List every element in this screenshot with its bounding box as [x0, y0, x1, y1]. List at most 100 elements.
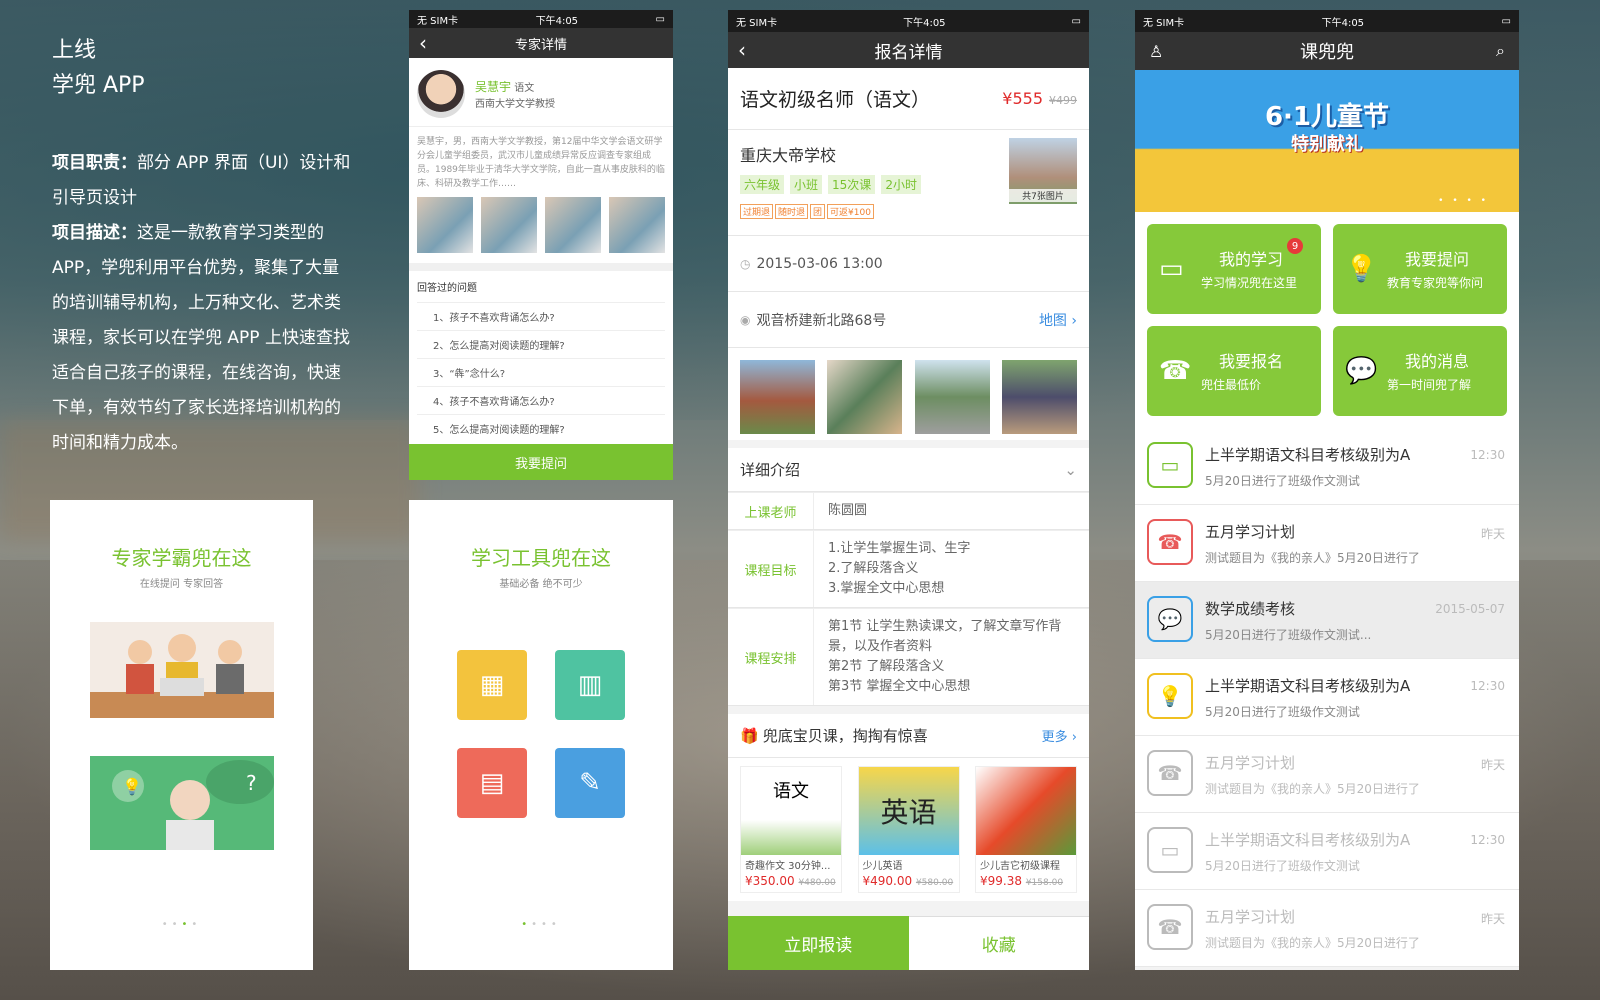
- battery-icon: ▭: [655, 13, 665, 25]
- question-item[interactable]: 5、怎么提高对阅读题的理解?: [417, 414, 665, 442]
- app-title: 课兜兜: [1300, 42, 1354, 63]
- message-icon: ☎: [1147, 750, 1193, 796]
- promo-banner[interactable]: 6·1儿童节 特别献礼 • • • •: [1135, 70, 1519, 212]
- gallery-photo[interactable]: [914, 360, 990, 434]
- message-title: 五月学习计划: [1205, 908, 1296, 926]
- expert-bio[interactable]: 吴慧宇，男，西南大学文学教授，第12届中华文学会语文研学分会儿童学组委员，武汉市…: [409, 127, 673, 197]
- gallery-photo[interactable]: [827, 360, 903, 434]
- detail-section-header[interactable]: 详细介绍 ⌄: [728, 448, 1089, 492]
- battery-icon: ▭: [1501, 15, 1511, 27]
- map-link[interactable]: 地图 ›: [1039, 310, 1077, 330]
- home-screen: 无 SIM卡 下午4:05 ▭ ♙ 课兜兜 ⌕ 6·1儿童节 特别献礼 • • …: [1135, 10, 1519, 970]
- my-messages-card[interactable]: 💬 我的消息 第一时间兜了解: [1333, 326, 1507, 416]
- more-link[interactable]: 更多 ›: [1042, 726, 1077, 745]
- message-snippet: 5月20日进行了班级作文测试: [1205, 859, 1360, 873]
- message-item[interactable]: 💬 数学成绩考核 5月20日进行了班级作文测试... 2015-05-07: [1135, 582, 1519, 659]
- message-time: 12:30: [1470, 448, 1505, 462]
- section-title: 详细介绍: [740, 461, 801, 479]
- page-dots: ••••: [161, 919, 202, 930]
- plan-list: 第1节 让学生熟读课文，了解文章写作背景，以及作者资料 第2节 了解段落含义 第3节…: [828, 619, 1062, 694]
- photo-strip: [409, 197, 673, 253]
- guide-subtitle: 在线提问 专家回答: [139, 579, 224, 590]
- book-card[interactable]: 语文 奇趣作文 30分钟... ¥350.00 ¥480.00: [740, 766, 842, 893]
- feature-grid: ▭ 我的学习 9 学习情况兜在这里 💡 我要提问 教育专家兜等你问 ☎ 我要报名…: [1135, 212, 1519, 428]
- page-title: 专家详情: [514, 37, 567, 53]
- enroll-now-button[interactable]: 立即报读: [728, 916, 909, 970]
- message-item[interactable]: ▭ 上半学期语文科目考核级别为A 5月20日进行了班级作文测试 12:30: [1135, 813, 1519, 890]
- back-icon[interactable]: ‹: [738, 38, 746, 62]
- school-info[interactable]: 重庆大帝学校 六年级 小班 15次课 2小时 过期退 随时退团可返¥100 共7张图片: [728, 130, 1089, 236]
- course-price: ¥555 ¥499: [1002, 89, 1077, 108]
- message-snippet: 5月20日进行了班级作文测试...: [1205, 628, 1372, 642]
- user-icon[interactable]: ♙: [1149, 42, 1163, 61]
- nav-bar: ‹ 专家详情: [409, 28, 673, 58]
- message-item[interactable]: ☎ 五月学习计划 测试题目为《我的亲人》5月20日进行了 昨天: [1135, 736, 1519, 813]
- page-title: 报名详情: [874, 42, 943, 63]
- favorite-button[interactable]: 收藏: [908, 916, 1089, 970]
- tag: 六年级: [740, 175, 785, 194]
- school-photo[interactable]: 共7张图片: [1009, 138, 1077, 204]
- photo-thumb[interactable]: [545, 197, 601, 253]
- expert-detail-screen: 无 SIM卡 下午4:05 ▭ ‹ 专家详情 吴慧宇 语文 西南大学文学教授 吴…: [409, 10, 673, 480]
- message-title: 五月学习计划: [1205, 523, 1296, 541]
- book-card[interactable]: 英语 少儿英语 ¥490.00 ¥580.00: [857, 766, 960, 893]
- gift-icon: 🎁: [740, 726, 759, 745]
- message-title: 上半学期语文科目考核级别为A: [1205, 677, 1411, 695]
- question-item[interactable]: 1、孩子不喜欢背诵怎么办?: [417, 302, 665, 330]
- search-icon[interactable]: ⌕: [1496, 41, 1505, 61]
- question-item[interactable]: 3、“犇”念什么?: [417, 358, 665, 386]
- banner-dots: • • • •: [1438, 196, 1489, 206]
- intro-line1: 上线: [52, 38, 97, 63]
- question-item[interactable]: 4、孩子不喜欢背诵怎么办?: [417, 386, 665, 414]
- ask-question-card[interactable]: 💡 我要提问 教育专家兜等你问: [1333, 224, 1507, 314]
- photo-count: 共7张图片: [1009, 189, 1077, 202]
- address-row[interactable]: ◉ 观音桥建新北路68号 地图 ›: [728, 292, 1089, 348]
- message-snippet: 5月20日进行了班级作文测试: [1205, 474, 1360, 488]
- message-time: 昨天: [1480, 912, 1505, 926]
- course-name: 语文初级名师（语文）: [740, 89, 931, 111]
- document-icon: ▤: [457, 748, 527, 818]
- carrier: 无 SIM卡: [736, 17, 778, 29]
- message-snippet: 测试题目为《我的亲人》5月20日进行了: [1205, 782, 1420, 796]
- message-item[interactable]: ▭ 上半学期语文科目考核级别为A 5月20日进行了班级作文测试 12:30: [1135, 428, 1519, 505]
- gallery-photo[interactable]: [1001, 360, 1077, 434]
- intro-line2: 学兜 APP: [52, 73, 145, 98]
- ask-question-button[interactable]: 我要提问: [409, 444, 673, 480]
- expert-org: 西南大学文学教授: [475, 99, 555, 110]
- message-snippet: 测试题目为《我的亲人》5月20日进行了: [1205, 936, 1420, 950]
- badge: 团: [810, 204, 826, 219]
- status-bar: 无 SIM卡 下午4:05 ▭: [728, 10, 1089, 32]
- enroll-card[interactable]: ☎ 我要报名 兜住最低价: [1147, 326, 1321, 416]
- message-item[interactable]: 💡 上半学期语文科目考核级别为A 5月20日进行了班级作文测试 12:30: [1135, 659, 1519, 736]
- message-icon: ☎: [1147, 519, 1193, 565]
- page-dots: ••••: [521, 919, 561, 930]
- message-snippet: 5月20日进行了班级作文测试: [1205, 705, 1360, 719]
- role-label: 项目职责：: [52, 153, 137, 173]
- message-time: 昨天: [1480, 527, 1505, 541]
- school-gallery: [728, 348, 1089, 440]
- photo-thumb[interactable]: [417, 197, 473, 253]
- message-title: 上半学期语文科目考核级别为A: [1205, 831, 1411, 849]
- enroll-detail-screen: 无 SIM卡 下午4:05 ▭ ‹ 报名详情 语文初级名师（语文） ¥555 ¥4…: [728, 10, 1089, 970]
- badge: 随时退: [775, 204, 809, 219]
- location-icon: ◉: [740, 312, 751, 327]
- expert-name: 吴慧宇: [475, 80, 512, 94]
- back-icon[interactable]: ‹: [419, 31, 427, 55]
- message-icon: ☎: [1147, 904, 1193, 950]
- role-paragraph: 项目职责：部分 APP 界面（UI）设计和引导页设计: [52, 146, 352, 216]
- tag: 15次课: [828, 175, 876, 194]
- photo-thumb[interactable]: [609, 197, 665, 253]
- svg-text:?: ?: [246, 771, 257, 795]
- status-bar: 无 SIM卡 下午4:05 ▭: [409, 10, 673, 28]
- book-card[interactable]: 少儿吉它初级课程 ¥99.38 ¥158.00: [975, 766, 1077, 893]
- gallery-photo[interactable]: [740, 360, 815, 434]
- my-study-card[interactable]: ▭ 我的学习 9 学习情况兜在这里: [1147, 224, 1321, 314]
- goal-list: 1.让学生掌握生词、生字 2.了解段落含义 3.掌握全文中心思想: [828, 541, 971, 596]
- photo-thumb[interactable]: [481, 197, 537, 253]
- message-item[interactable]: ☎ 五月学习计划测试题目为《我的亲人》5月20日进行了 昨天: [1135, 890, 1519, 967]
- clock: 下午4:05: [1321, 17, 1365, 29]
- question-item[interactable]: 2、怎么提高对阅读题的理解?: [417, 330, 665, 358]
- teacher-row: 上课老师 陈圆圆: [728, 492, 1089, 530]
- message-item[interactable]: ☎ 五月学习计划 测试题目为《我的亲人》5月20日进行了 昨天: [1135, 505, 1519, 582]
- message-icon: ▭: [1147, 827, 1193, 873]
